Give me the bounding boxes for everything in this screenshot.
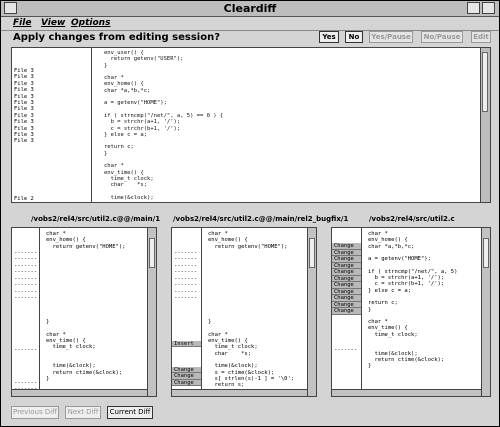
pane-vertical-scrollbar[interactable]: [307, 228, 316, 396]
diff-marker: -------: [174, 269, 198, 275]
pane-title-3: /vobs2/rel4/src/util2.c: [369, 215, 455, 223]
diff-marker: -------: [14, 282, 38, 288]
current-diff-button[interactable]: Current Diff: [107, 406, 153, 419]
diff-marker: -------: [14, 269, 38, 275]
diff-pane-bugfix[interactable]: ------- ------- ------- ------- ------- -----…: [171, 227, 317, 397]
next-diff-button[interactable]: Next Diff: [65, 406, 101, 419]
diff-marker: -------: [174, 282, 198, 288]
scroll-thumb[interactable]: [149, 238, 155, 268]
pane-horizontal-scrollbar[interactable]: [12, 389, 147, 396]
pane-code[interactable]: char * env_home() { return getenv("HOME"…: [202, 228, 308, 396]
diff-marker: Change: [172, 379, 201, 386]
editing-session-pane[interactable]: File 3 File 3 File 3 File 3 File 3 File 3 File…: [11, 47, 491, 203]
minimize-icon[interactable]: [467, 2, 480, 14]
menu-file[interactable]: File: [13, 18, 31, 28]
pane-code[interactable]: char * env_home() { return getenv("HOME"…: [40, 228, 148, 396]
scroll-thumb[interactable]: [483, 238, 489, 268]
pane-vertical-scrollbar[interactable]: [481, 228, 490, 396]
no-button[interactable]: No: [345, 31, 363, 43]
scroll-thumb[interactable]: [482, 52, 488, 112]
diff-marker: -------: [334, 347, 358, 353]
pane-horizontal-scrollbar[interactable]: [172, 389, 307, 396]
file-label-list: File 3 File 3 File 3 File 3 File 3 File 3 File…: [12, 48, 92, 202]
pane-gutter: Change Change Change Change Change Change Chan…: [332, 228, 362, 396]
cleardiff-window: Cleardiff File View Options Apply change…: [0, 0, 500, 427]
yes-button[interactable]: Yes: [319, 31, 339, 43]
diff-pane-base[interactable]: ------- ------- ------- ------- ------- -----…: [11, 227, 157, 397]
diff-pane-working[interactable]: Change Change Change Change Change Change Chan…: [331, 227, 491, 397]
pane-title-1: /vobs2/rel4/src/util2.c@@/main/1: [31, 215, 161, 223]
title-bar: Cleardiff: [1, 1, 499, 17]
file-label: File 2: [14, 195, 34, 202]
bottom-toolbar: Previous Diff Next Diff Current Diff: [1, 401, 499, 426]
menu-bar: File View Options: [1, 17, 499, 31]
edit-button[interactable]: Edit: [471, 31, 491, 43]
pane-vertical-scrollbar[interactable]: [147, 228, 156, 396]
diff-marker: -------: [14, 295, 38, 301]
diff-marker: -------: [14, 347, 38, 353]
prompt-bar: Apply changes from editing session? Yes …: [1, 31, 499, 46]
merged-code[interactable]: env_user() { return getenv("USER"); } ch…: [102, 48, 482, 202]
scroll-thumb[interactable]: [309, 238, 315, 268]
pane-title-2: /vobs2/rel4/src/util2.c@@/main/rel2_bugf…: [173, 215, 349, 223]
menu-view[interactable]: View: [41, 18, 65, 28]
pane-horizontal-scrollbar[interactable]: [332, 389, 481, 396]
no-pause-button[interactable]: No/Pause: [421, 31, 463, 43]
maximize-icon[interactable]: [482, 2, 495, 14]
diff-marker: -------: [174, 295, 198, 301]
pane-separator[interactable]: [1, 205, 499, 213]
diff-marker: -------: [14, 256, 38, 262]
previous-diff-button[interactable]: Previous Diff: [11, 406, 59, 419]
diff-marker: [332, 380, 361, 387]
top-vertical-scrollbar[interactable]: [480, 48, 490, 202]
prompt-question: Apply changes from editing session?: [13, 32, 221, 43]
pane-gutter: ------- ------- ------- ------- ------- -----…: [12, 228, 40, 396]
pane-gutter: ------- ------- ------- ------- ------- -----…: [172, 228, 202, 396]
yes-pause-button[interactable]: Yes/Pause: [369, 31, 413, 43]
pane-code[interactable]: char * env_home() { char *a,*b,*c; a = g…: [362, 228, 482, 396]
diff-marker: -------: [174, 256, 198, 262]
window-title: Cleardiff: [223, 2, 277, 15]
menu-options[interactable]: Options: [71, 18, 110, 28]
